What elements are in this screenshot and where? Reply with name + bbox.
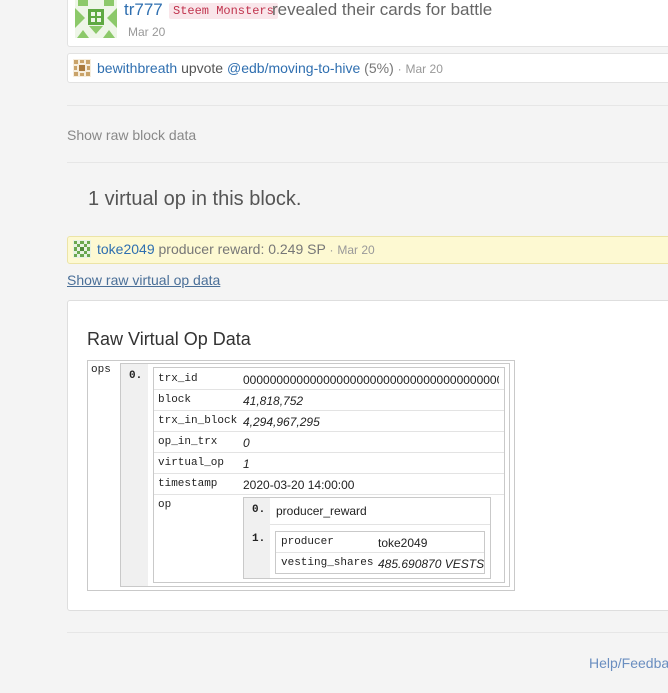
field-value-virtual_op: 1 xyxy=(243,457,250,471)
user-link-toke2049[interactable]: toke2049 xyxy=(97,241,155,257)
field-key-op_in_trx: op_in_trx xyxy=(158,436,218,448)
ops-key: ops xyxy=(91,364,111,376)
event-date[interactable]: Mar 20 xyxy=(128,25,165,39)
field-value-trx_id: 0000000000000000000000000000000000000000 xyxy=(243,373,499,387)
row-divider xyxy=(154,494,504,495)
row-divider xyxy=(154,452,504,453)
help-feedback-link[interactable]: Help/Feedback xyxy=(589,655,668,671)
payload-key-producer: producer xyxy=(281,536,334,548)
payload-key-vesting_shares: vesting_shares xyxy=(281,557,374,569)
field-value-trx_in_block: 4,294,967,295 xyxy=(243,415,320,429)
op-index-0: 0. xyxy=(252,504,266,516)
field-key-block: block xyxy=(158,394,192,406)
upvote-action: upvote xyxy=(181,60,224,76)
app-badge: Steem Monsters xyxy=(169,3,278,19)
upvote-percent: (5%) xyxy=(364,60,394,76)
field-key-op: op xyxy=(158,499,172,511)
field-value-block: 41,818,752 xyxy=(243,394,304,408)
show-raw-virtual-op-link[interactable]: Show raw virtual op data xyxy=(67,272,220,288)
identicon-avatar-toke2049[interactable] xyxy=(73,240,91,258)
op-type: producer_reward xyxy=(276,504,367,518)
virtual-op-text: toke2049 producer reward: 0.249 SP · Mar… xyxy=(97,241,375,257)
row-divider xyxy=(154,389,504,390)
upvote-text: bewithbreath upvote @edb/moving-to-hive … xyxy=(97,60,443,76)
divider xyxy=(67,632,668,633)
row-divider xyxy=(154,410,504,411)
virtual-op-date[interactable]: Mar 20 xyxy=(337,243,374,257)
array-gutter xyxy=(121,364,148,586)
upvote-date[interactable]: Mar 20 xyxy=(406,62,443,76)
field-value-op_in_trx: 0 xyxy=(243,436,250,450)
field-value-timestamp: 2020-03-20 14:00:00 xyxy=(243,478,355,492)
event-text: revealed their cards for battle xyxy=(272,0,493,19)
row-divider xyxy=(276,552,484,553)
field-key-trx_in_block: trx_in_block xyxy=(158,415,238,427)
row-divider xyxy=(154,473,504,474)
row-divider xyxy=(270,524,490,525)
op-index-1: 1. xyxy=(252,533,266,545)
identicon-avatar-bewithbreath[interactable] xyxy=(73,59,91,77)
field-key-virtual_op: virtual_op xyxy=(158,457,225,469)
divider xyxy=(67,162,668,163)
payload-value-producer: toke2049 xyxy=(378,536,428,550)
divider xyxy=(67,105,668,106)
separator-dot: · xyxy=(397,62,402,76)
field-key-timestamp: timestamp xyxy=(158,478,218,490)
user-link-bewithbreath[interactable]: bewithbreath xyxy=(97,60,177,76)
identicon-avatar-tr777[interactable] xyxy=(75,0,117,38)
raw-panel-title: Raw Virtual Op Data xyxy=(87,329,251,349)
field-key-trx_id: trx_id xyxy=(158,373,198,385)
show-raw-block-link[interactable]: Show raw block data xyxy=(67,127,196,143)
user-link-tr777[interactable]: tr777 xyxy=(124,0,163,20)
separator-dot: · xyxy=(329,243,334,257)
row-divider xyxy=(154,431,504,432)
ops-index-0: 0. xyxy=(129,370,143,382)
post-link[interactable]: @edb/moving-to-hive xyxy=(227,60,360,76)
virtual-op-desc: producer reward: 0.249 SP xyxy=(158,241,326,257)
virtual-ops-heading: 1 virtual op in this block. xyxy=(88,188,302,210)
payload-value-vesting_shares: 485.690870 VESTS xyxy=(378,557,485,571)
